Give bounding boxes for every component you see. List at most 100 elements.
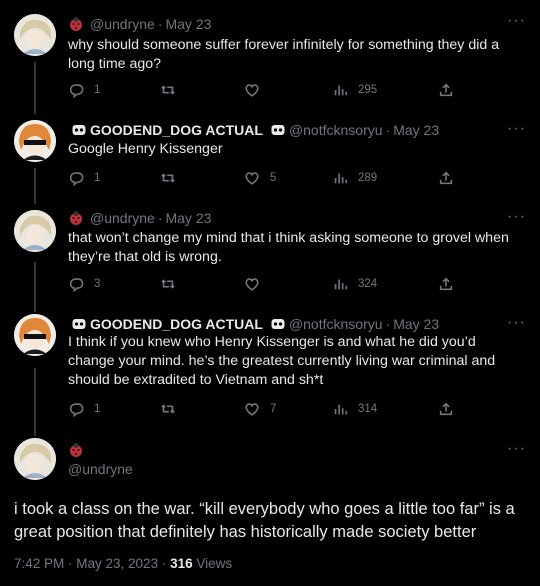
retweet-button[interactable] [160,170,176,186]
tweet-date[interactable]: May 23 [393,316,439,332]
reply-icon [69,278,84,292]
avatar[interactable] [14,314,56,356]
more-options-icon[interactable]: ··· [507,440,526,458]
share-icon [439,402,453,416]
retweet-icon [160,173,176,183]
tweet-meta: 7:42 PM · May 23, 2023 · 316 Views [14,556,232,571]
thread-line [34,168,36,204]
views-label: Views [196,556,233,571]
views-icon [334,84,348,97]
like-icon [245,403,259,416]
share-icon [439,83,453,97]
share-button[interactable] [438,170,454,186]
reply-button[interactable]: 3 [68,276,100,292]
tweet-header: @undryne · May 23 [68,208,211,228]
reply-button[interactable]: 1 [68,82,100,98]
more-options-icon[interactable]: ··· [507,120,526,138]
like-count: 7 [270,403,277,415]
avatar[interactable] [14,438,56,480]
badge-icon [72,319,86,329]
retweet-icon [160,404,176,414]
like-button[interactable] [244,82,270,98]
views-button[interactable]: 314 [332,401,377,417]
tweet-header: GOODEND_DOG ACTUAL @notfcknsoryu · May 2… [68,314,439,334]
views-icon [334,403,348,416]
reply-count: 1 [94,172,101,184]
reply-button[interactable]: 1 [68,401,100,417]
reply-icon [69,84,84,98]
thread-line [34,262,36,312]
avatar[interactable] [14,210,56,252]
tweet-display-name[interactable]: GOODEND_DOG ACTUAL [90,316,263,332]
separator: · [157,16,163,32]
tweet-timestamp[interactable]: 7:42 PM · May 23, 2023 · [14,556,166,571]
more-options-icon[interactable]: ··· [507,314,526,332]
more-options-icon[interactable]: ··· [507,208,526,226]
tweet-date[interactable]: May 23 [165,16,211,32]
views-count: 316 [170,556,193,571]
separator: · [385,316,391,332]
tweet-actions: 1 5 289 [68,170,458,188]
share-button[interactable] [438,82,454,98]
reply-count: 1 [94,84,101,96]
tweet-date[interactable]: May 23 [165,210,211,226]
tweet-date[interactable]: May 23 [393,122,439,138]
tweet-display-name[interactable]: GOODEND_DOG ACTUAL [90,122,263,138]
like-button[interactable]: 7 [244,401,276,417]
reply-icon [69,403,84,417]
retweet-button[interactable] [160,276,176,292]
reply-icon [69,172,84,186]
ladybug-emoji-icon [70,211,82,225]
separator: · [157,210,163,226]
retweet-icon [160,85,176,95]
views-button[interactable]: 289 [332,170,377,186]
badge-icon [271,319,285,329]
like-count: 5 [270,172,277,184]
tweet-handle[interactable]: @undryne [68,461,133,477]
tweet-text: I think if you knew who Henry Kissenger … [68,334,496,388]
separator: · [385,122,391,138]
more-options-icon[interactable]: ··· [507,12,526,30]
tweet-actions: 3 324 [68,276,458,294]
tweet-text: why should someone suffer forever infini… [68,37,500,72]
views-button[interactable]: 295 [332,82,377,98]
tweet-handle[interactable]: @notfcknsoryu [289,316,383,332]
views-count: 289 [358,172,378,184]
views-count: 314 [358,403,378,415]
tweet-handle[interactable]: @undryne [90,210,155,226]
share-button[interactable] [438,401,454,417]
views-count: 324 [358,278,378,290]
share-icon [439,171,453,185]
like-icon [245,172,259,185]
ladybug-emoji-icon [70,443,82,457]
tweet-handle[interactable]: @undryne [90,16,155,32]
badge-icon [271,125,285,135]
like-icon [245,278,259,291]
avatar[interactable] [14,120,56,162]
tweet-text: that won’t change my mind that i think a… [68,230,509,265]
retweet-icon [160,279,176,289]
share-icon [439,277,453,291]
ladybug-emoji-icon [70,17,82,31]
like-button[interactable] [244,276,270,292]
reply-button[interactable]: 1 [68,170,100,186]
tweet-text: Google Henry Kissenger [68,141,223,157]
retweet-button[interactable] [160,82,176,98]
tweet-actions: 1 7 314 [68,401,458,419]
share-button[interactable] [438,276,454,292]
avatar[interactable] [14,14,56,56]
main-tweet-text: i took a class on the war. “kill everybo… [14,500,515,541]
thread-line [34,62,36,114]
reply-count: 3 [94,278,101,290]
like-button[interactable]: 5 [244,170,276,186]
views-count: 295 [358,84,378,96]
tweet-handle[interactable]: @notfcknsoryu [289,122,383,138]
badge-icon [72,125,86,135]
retweet-button[interactable] [160,401,176,417]
reply-count: 1 [94,403,101,415]
views-button[interactable]: 324 [332,276,377,292]
views-icon [334,172,348,185]
views-icon [334,278,348,291]
tweet-actions: 1 295 [68,82,458,100]
thread-line [34,368,36,436]
